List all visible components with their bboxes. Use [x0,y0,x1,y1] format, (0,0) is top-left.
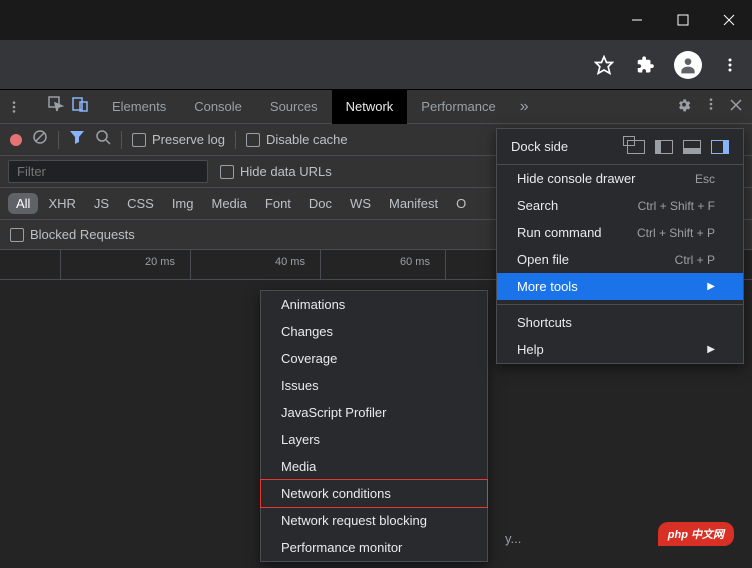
menu-search[interactable]: SearchCtrl + Shift + F [497,192,743,219]
submenu-media[interactable]: Media [261,453,487,480]
minimize-button[interactable] [614,0,660,40]
submenu-layers[interactable]: Layers [261,426,487,453]
type-ws[interactable]: WS [342,193,379,214]
submenu-coverage[interactable]: Coverage [261,345,487,372]
search-icon[interactable] [95,129,111,150]
close-devtools-icon[interactable] [730,98,742,116]
tab-console[interactable]: Console [180,90,256,124]
submenu-network-conditions[interactable]: Network conditions [260,479,488,508]
device-toggle-icon[interactable] [72,96,88,117]
submenu-performance-monitor[interactable]: Performance monitor [261,534,487,561]
record-icon[interactable] [10,134,22,146]
settings-icon[interactable] [676,96,692,117]
type-all[interactable]: All [8,193,38,214]
type-doc[interactable]: Doc [301,193,340,214]
blocked-requests-checkbox[interactable]: Blocked Requests [10,227,135,242]
truncated-text: y... [505,531,521,546]
dock-side-section: Dock side [497,129,743,165]
more-tools-submenu: Animations Changes Coverage Issues JavaS… [260,290,488,562]
submenu-network-request-blocking[interactable]: Network request blocking [261,507,487,534]
menu-hide-drawer[interactable]: Hide console drawerEsc [497,165,743,192]
dock-undock-icon[interactable] [627,140,645,154]
submenu-js-profiler[interactable]: JavaScript Profiler [261,399,487,426]
window-titlebar [0,0,752,40]
inspect-icon[interactable] [48,96,64,117]
extensions-icon[interactable] [632,51,660,79]
tab-elements[interactable]: Elements [98,90,180,124]
disable-cache-checkbox[interactable]: Disable cache [246,132,348,147]
tab-network[interactable]: Network [332,90,408,124]
tab-sources[interactable]: Sources [256,90,332,124]
type-css[interactable]: CSS [119,193,162,214]
type-manifest[interactable]: Manifest [381,193,446,214]
dock-right-icon[interactable] [711,140,729,154]
close-button[interactable] [706,0,752,40]
type-xhr[interactable]: XHR [40,193,83,214]
menu-shortcuts[interactable]: Shortcuts [497,309,743,336]
devtools-tabs: Elements Console Sources Network Perform… [0,90,752,124]
dock-bottom-icon[interactable] [683,140,701,154]
filter-input[interactable] [8,160,208,183]
menu-help[interactable]: Help▶ [497,336,743,363]
menu-icon[interactable] [716,51,744,79]
type-js[interactable]: JS [86,193,117,214]
browser-toolbar [0,40,752,90]
type-img[interactable]: Img [164,193,202,214]
preserve-log-checkbox[interactable]: Preserve log [132,132,225,147]
clear-icon[interactable] [32,129,48,150]
star-icon[interactable] [590,51,618,79]
submenu-changes[interactable]: Changes [261,318,487,345]
submenu-issues[interactable]: Issues [261,372,487,399]
devtools-menu-icon[interactable] [0,100,28,114]
type-other[interactable]: O [448,193,474,214]
type-font[interactable]: Font [257,193,299,214]
menu-more-tools[interactable]: More tools▶ [497,273,743,300]
maximize-button[interactable] [660,0,706,40]
filter-icon[interactable] [69,129,85,150]
menu-open-file[interactable]: Open fileCtrl + P [497,246,743,273]
type-media[interactable]: Media [203,193,254,214]
menu-run-command[interactable]: Run commandCtrl + Shift + P [497,219,743,246]
watermark: php 中文网 [658,522,734,546]
hide-data-urls-checkbox[interactable]: Hide data URLs [220,164,332,179]
dock-left-icon[interactable] [655,140,673,154]
more-icon[interactable] [704,97,718,116]
tab-performance[interactable]: Performance [407,90,509,124]
submenu-animations[interactable]: Animations [261,291,487,318]
tab-overflow-icon[interactable]: » [510,98,539,116]
devtools-main-menu: Dock side Hide console drawerEsc SearchC… [496,128,744,364]
profile-avatar[interactable] [674,51,702,79]
